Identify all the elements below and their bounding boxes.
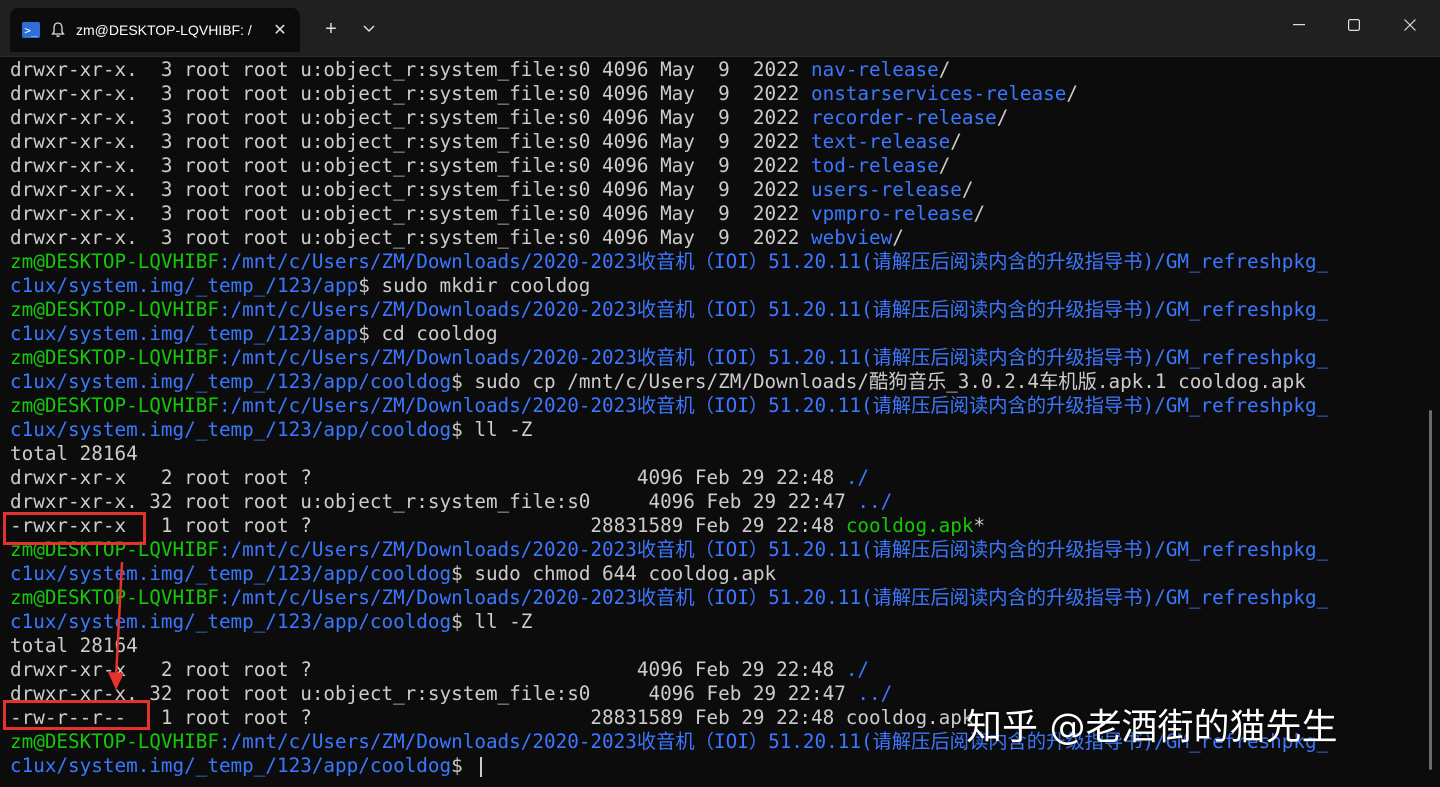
terminal-window: >_ zm@DESKTOP-LQVHIBF: / ✕ + drwxr-xr-x.… xyxy=(0,0,1440,787)
bell-icon xyxy=(50,22,66,38)
terminal-line: drwxr-xr-x. 3 root root u:object_r:syste… xyxy=(10,58,951,81)
command-line: c1ux/system.img/_temp_/123/app$ cd coold… xyxy=(10,322,498,345)
tab-title: zm@DESKTOP-LQVHIBF: / xyxy=(76,22,252,38)
annotation-arrow-icon xyxy=(108,561,124,690)
prompt-line: zm@DESKTOP-LQVHIBF:/mnt/c/Users/ZM/Downl… xyxy=(10,538,1329,561)
terminal-line: drwxr-xr-x. 3 root root u:object_r:syste… xyxy=(10,154,951,177)
minimize-icon[interactable] xyxy=(1276,10,1322,40)
terminal-line: -rwxr-xr-x 1 root root ? 28831589 Feb 29… xyxy=(10,514,986,537)
text-cursor xyxy=(480,756,483,777)
watermark: 知乎 @老酒街的猫先生 xyxy=(966,707,1338,748)
title-bar: >_ zm@DESKTOP-LQVHIBF: / ✕ + xyxy=(0,0,1440,57)
terminal-line: drwxr-xr-x. 3 root root u:object_r:syste… xyxy=(10,202,986,225)
terminal-line: drwxr-xr-x. 3 root root u:object_r:syste… xyxy=(10,178,974,201)
command-line: c1ux/system.img/_temp_/123/app/cooldog$ … xyxy=(10,610,533,633)
prompt-line: zm@DESKTOP-LQVHIBF:/mnt/c/Users/ZM/Downl… xyxy=(10,250,1329,273)
terminal-line: drwxr-xr-x. 3 root root u:object_r:syste… xyxy=(10,226,904,249)
command-line: c1ux/system.img/_temp_/123/app/cooldog$ … xyxy=(10,418,533,441)
prompt-line: zm@DESKTOP-LQVHIBF:/mnt/c/Users/ZM/Downl… xyxy=(10,346,1329,369)
new-tab-button[interactable]: + xyxy=(318,16,344,42)
terminal-line: drwxr-xr-x. 3 root root u:object_r:syste… xyxy=(10,130,962,153)
command-line: c1ux/system.img/_temp_/123/app/cooldog$ xyxy=(10,754,483,778)
command-line: c1ux/system.img/_temp_/123/app$ sudo mkd… xyxy=(10,274,591,297)
terminal-line: drwxr-xr-x. 32 root root u:object_r:syst… xyxy=(10,490,893,513)
prompt-line: zm@DESKTOP-LQVHIBF:/mnt/c/Users/ZM/Downl… xyxy=(10,586,1329,609)
annotation-box-before xyxy=(3,512,146,545)
tab-active[interactable]: >_ zm@DESKTOP-LQVHIBF: / ✕ xyxy=(10,8,300,52)
terminal-line: -rw-r--r-- 1 root root ? 28831589 Feb 29… xyxy=(10,706,974,729)
terminal-line: drwxr-xr-x. 3 root root u:object_r:syste… xyxy=(10,106,1009,129)
maximize-icon[interactable] xyxy=(1331,10,1377,40)
tab-close-icon[interactable]: ✕ xyxy=(270,20,290,40)
annotation-box-after xyxy=(3,700,150,730)
powershell-icon: >_ xyxy=(22,22,40,38)
terminal-line: drwxr-xr-x. 3 root root u:object_r:syste… xyxy=(10,82,1078,105)
terminal-output[interactable]: drwxr-xr-x. 3 root root u:object_r:syste… xyxy=(0,58,1422,786)
prompt-line: zm@DESKTOP-LQVHIBF:/mnt/c/Users/ZM/Downl… xyxy=(10,298,1329,321)
command-line: c1ux/system.img/_temp_/123/app/cooldog$ … xyxy=(10,370,1306,393)
terminal-line: total 28164 xyxy=(10,442,138,465)
prompt-line: zm@DESKTOP-LQVHIBF:/mnt/c/Users/ZM/Downl… xyxy=(10,394,1329,417)
close-icon[interactable] xyxy=(1387,10,1433,40)
terminal-line: drwxr-xr-x 2 root root ? 4096 Feb 29 22:… xyxy=(10,466,870,489)
scrollbar[interactable] xyxy=(1429,410,1432,770)
chevron-down-icon[interactable] xyxy=(356,16,382,42)
